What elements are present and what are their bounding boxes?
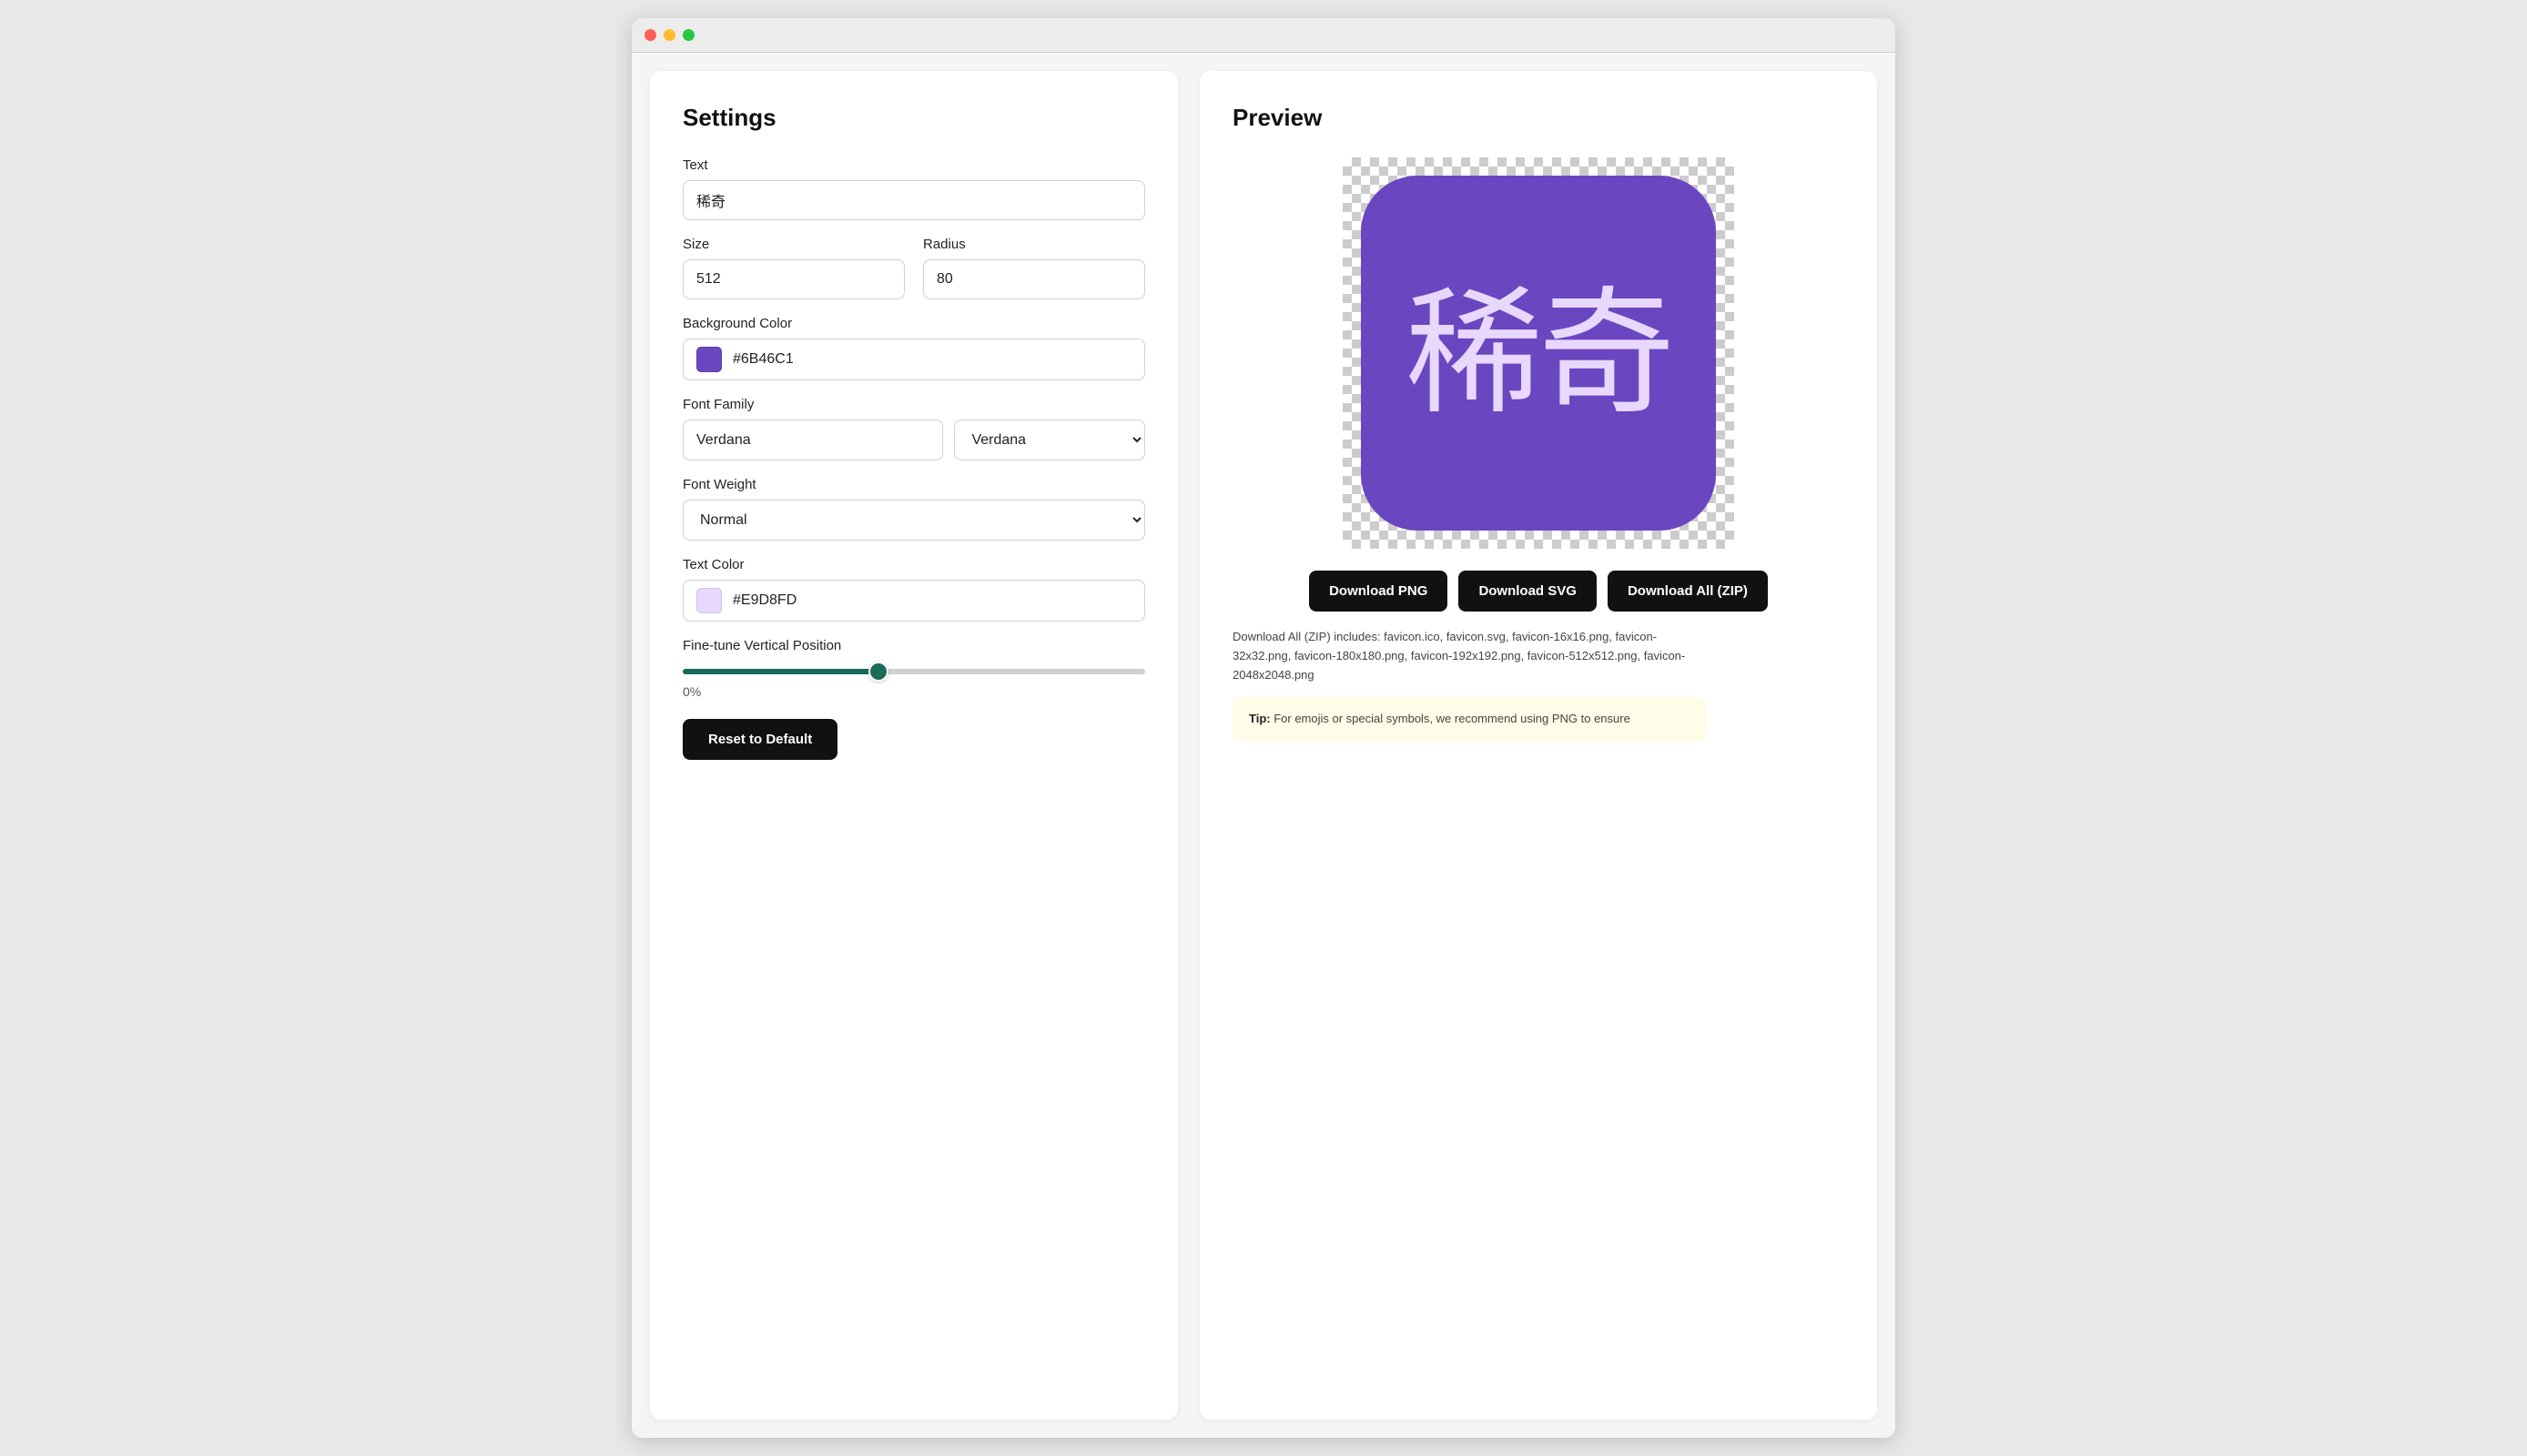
- text-color-input[interactable]: [733, 592, 1132, 609]
- reset-button[interactable]: Reset to Default: [683, 719, 837, 760]
- size-input[interactable]: [683, 259, 905, 299]
- vertical-position-slider[interactable]: [683, 669, 1145, 674]
- bg-color-label: Background Color: [683, 316, 1145, 331]
- font-variant-select[interactable]: Verdana Arial Georgia: [954, 420, 1145, 460]
- preview-canvas: 稀奇: [1343, 157, 1734, 549]
- titlebar: [632, 18, 1895, 53]
- text-color-row: [683, 580, 1145, 622]
- text-label: Text: [683, 157, 1145, 173]
- favicon-preview: 稀奇: [1361, 176, 1716, 531]
- radius-group: Radius: [923, 237, 1145, 299]
- app-window: Settings Text Size Radius Background Col…: [632, 18, 1895, 1438]
- tip-label: Tip:: [1249, 712, 1271, 725]
- settings-panel: Settings Text Size Radius Background Col…: [650, 71, 1178, 1420]
- vertical-position-value: 0%: [683, 684, 1145, 699]
- vertical-position-label: Fine-tune Vertical Position: [683, 638, 1145, 653]
- download-info: Download All (ZIP) includes: favicon.ico…: [1233, 628, 1706, 684]
- download-svg-button[interactable]: Download SVG: [1458, 571, 1597, 612]
- font-weight-select[interactable]: Normal Bold 100 200 300 400 500 600 700 …: [683, 500, 1145, 541]
- font-weight-label: Font Weight: [683, 477, 1145, 492]
- text-color-swatch[interactable]: [696, 588, 722, 613]
- font-family-label: Font Family: [683, 397, 1145, 412]
- bg-color-row: [683, 339, 1145, 380]
- close-button[interactable]: [644, 29, 656, 41]
- download-all-button[interactable]: Download All (ZIP): [1608, 571, 1768, 612]
- font-family-input[interactable]: [683, 420, 943, 460]
- content-area: Settings Text Size Radius Background Col…: [632, 53, 1895, 1438]
- minimize-button[interactable]: [664, 29, 675, 41]
- bg-color-input[interactable]: [733, 351, 1132, 368]
- preview-title: Preview: [1233, 104, 1844, 132]
- bg-color-swatch[interactable]: [696, 347, 722, 372]
- favicon-text: 稀奇: [1406, 285, 1671, 421]
- settings-title: Settings: [683, 104, 1145, 132]
- slider-container: 0%: [683, 662, 1145, 699]
- tip-box: Tip: For emojis or special symbols, we r…: [1233, 697, 1706, 742]
- radius-input[interactable]: [923, 259, 1145, 299]
- size-group: Size: [683, 237, 905, 299]
- download-png-button[interactable]: Download PNG: [1309, 571, 1447, 612]
- radius-label: Radius: [923, 237, 1145, 252]
- tip-text: For emojis or special symbols, we recomm…: [1274, 712, 1630, 725]
- download-buttons: Download PNG Download SVG Download All (…: [1233, 571, 1844, 612]
- text-input[interactable]: [683, 180, 1145, 220]
- preview-panel: Preview 稀奇 Download PNG Download SVG Dow…: [1200, 71, 1877, 1420]
- text-color-label: Text Color: [683, 557, 1145, 572]
- size-label: Size: [683, 237, 905, 252]
- maximize-button[interactable]: [683, 29, 695, 41]
- font-family-row: Verdana Arial Georgia: [683, 420, 1145, 460]
